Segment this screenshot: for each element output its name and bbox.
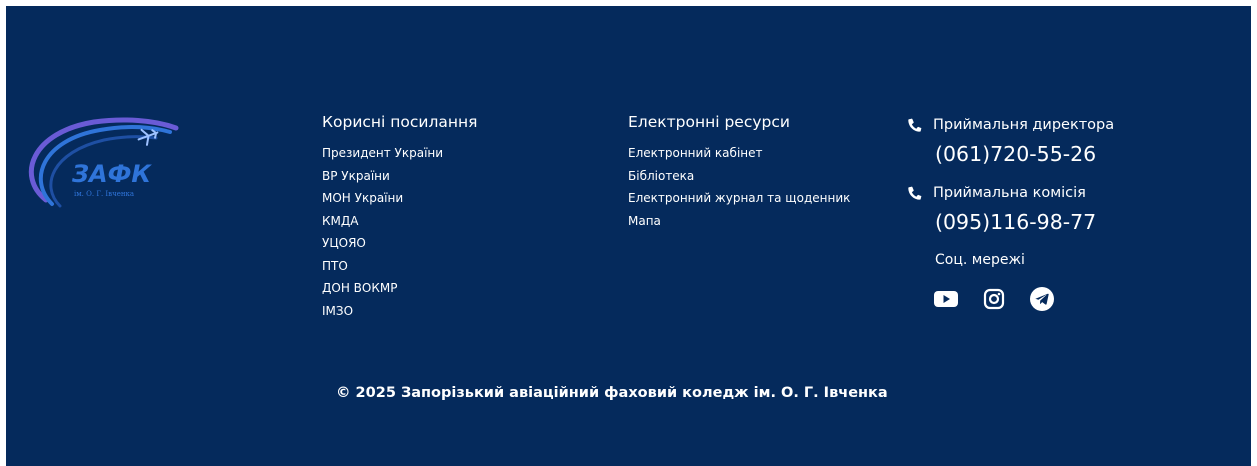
youtube-link[interactable] xyxy=(933,286,959,312)
link-ucoyao[interactable]: УЦОЯО xyxy=(322,232,582,255)
airplane-logo-icon: ЗАФК ім. О. Г. Івченка xyxy=(28,117,179,208)
instagram-link[interactable] xyxy=(981,286,1007,312)
list-item: ВР України xyxy=(322,165,582,188)
link-vr[interactable]: ВР України xyxy=(322,165,582,188)
e-resources-title: Електронні ресурси xyxy=(628,113,790,131)
list-item: МОН України xyxy=(322,187,582,210)
link-map[interactable]: Мапа xyxy=(628,210,888,233)
list-item: Бібліотека xyxy=(628,165,888,188)
e-resources-section: Електронні ресурси Електронний кабінет Б… xyxy=(628,112,888,232)
site-footer: ЗАФК ім. О. Г. Івченка Корисні посилання… xyxy=(6,6,1251,466)
useful-links-title: Корисні посилання xyxy=(322,113,478,131)
list-item: Електронний кабінет xyxy=(628,142,888,165)
contact-label: Приймальня директора xyxy=(906,114,1226,136)
telegram-link[interactable] xyxy=(1029,286,1055,312)
link-kmda[interactable]: КМДА xyxy=(322,210,582,233)
telegram-icon xyxy=(1030,287,1054,311)
contact-admissions: Приймальна комісія (095)116-98-77 xyxy=(906,182,1226,236)
contact-director: Приймальня директора (061)720-55-26 xyxy=(906,114,1226,168)
link-e-journal[interactable]: Електронний журнал та щоденник xyxy=(628,187,888,210)
list-item: Електронний журнал та щоденник xyxy=(628,187,888,210)
copyright-text: © 2025 Запорізький авіаційний фаховий ко… xyxy=(336,385,888,401)
phone-icon xyxy=(906,116,924,134)
list-item: КМДА xyxy=(322,210,582,233)
contacts-section: Приймальня директора (061)720-55-26 Прий… xyxy=(906,114,1226,312)
director-label: Приймальня директора xyxy=(933,117,1115,133)
list-item: Мапа xyxy=(628,210,888,233)
phone-icon xyxy=(906,184,924,202)
link-don-vokmr[interactable]: ДОН ВОКМР xyxy=(322,277,582,300)
useful-links-section: Корисні посилання Президент України ВР У… xyxy=(322,112,582,322)
link-pto[interactable]: ПТО xyxy=(322,255,582,278)
e-resources-list: Електронний кабінет Бібліотека Електронн… xyxy=(628,142,888,232)
instagram-icon xyxy=(983,288,1005,310)
link-mon[interactable]: МОН України xyxy=(322,187,582,210)
list-item: ІМЗО xyxy=(322,300,582,323)
list-item: ДОН ВОКМР xyxy=(322,277,582,300)
useful-links-list: Президент України ВР України МОН України… xyxy=(322,142,582,322)
list-item: Президент України xyxy=(322,142,582,165)
admissions-phone-link[interactable]: (095)116-98-77 xyxy=(935,208,1226,236)
contact-label: Приймальна комісія xyxy=(906,182,1226,204)
youtube-icon xyxy=(934,291,958,307)
college-logo[interactable]: ЗАФК ім. О. Г. Івченка xyxy=(24,114,182,210)
social-title: Соц. мережі xyxy=(935,252,1025,268)
list-item: УЦОЯО xyxy=(322,232,582,255)
link-president[interactable]: Президент України xyxy=(322,142,582,165)
director-phone-link[interactable]: (061)720-55-26 xyxy=(935,140,1226,168)
link-library[interactable]: Бібліотека xyxy=(628,165,888,188)
list-item: ПТО xyxy=(322,255,582,278)
admissions-label: Приймальна комісія xyxy=(933,185,1086,201)
logo-subtitle: ім. О. Г. Івченка xyxy=(74,190,134,198)
link-cabinet[interactable]: Електронний кабінет xyxy=(628,142,888,165)
social-links xyxy=(933,286,1226,312)
link-imzo[interactable]: ІМЗО xyxy=(322,300,582,323)
logo-text: ЗАФК xyxy=(71,160,152,188)
